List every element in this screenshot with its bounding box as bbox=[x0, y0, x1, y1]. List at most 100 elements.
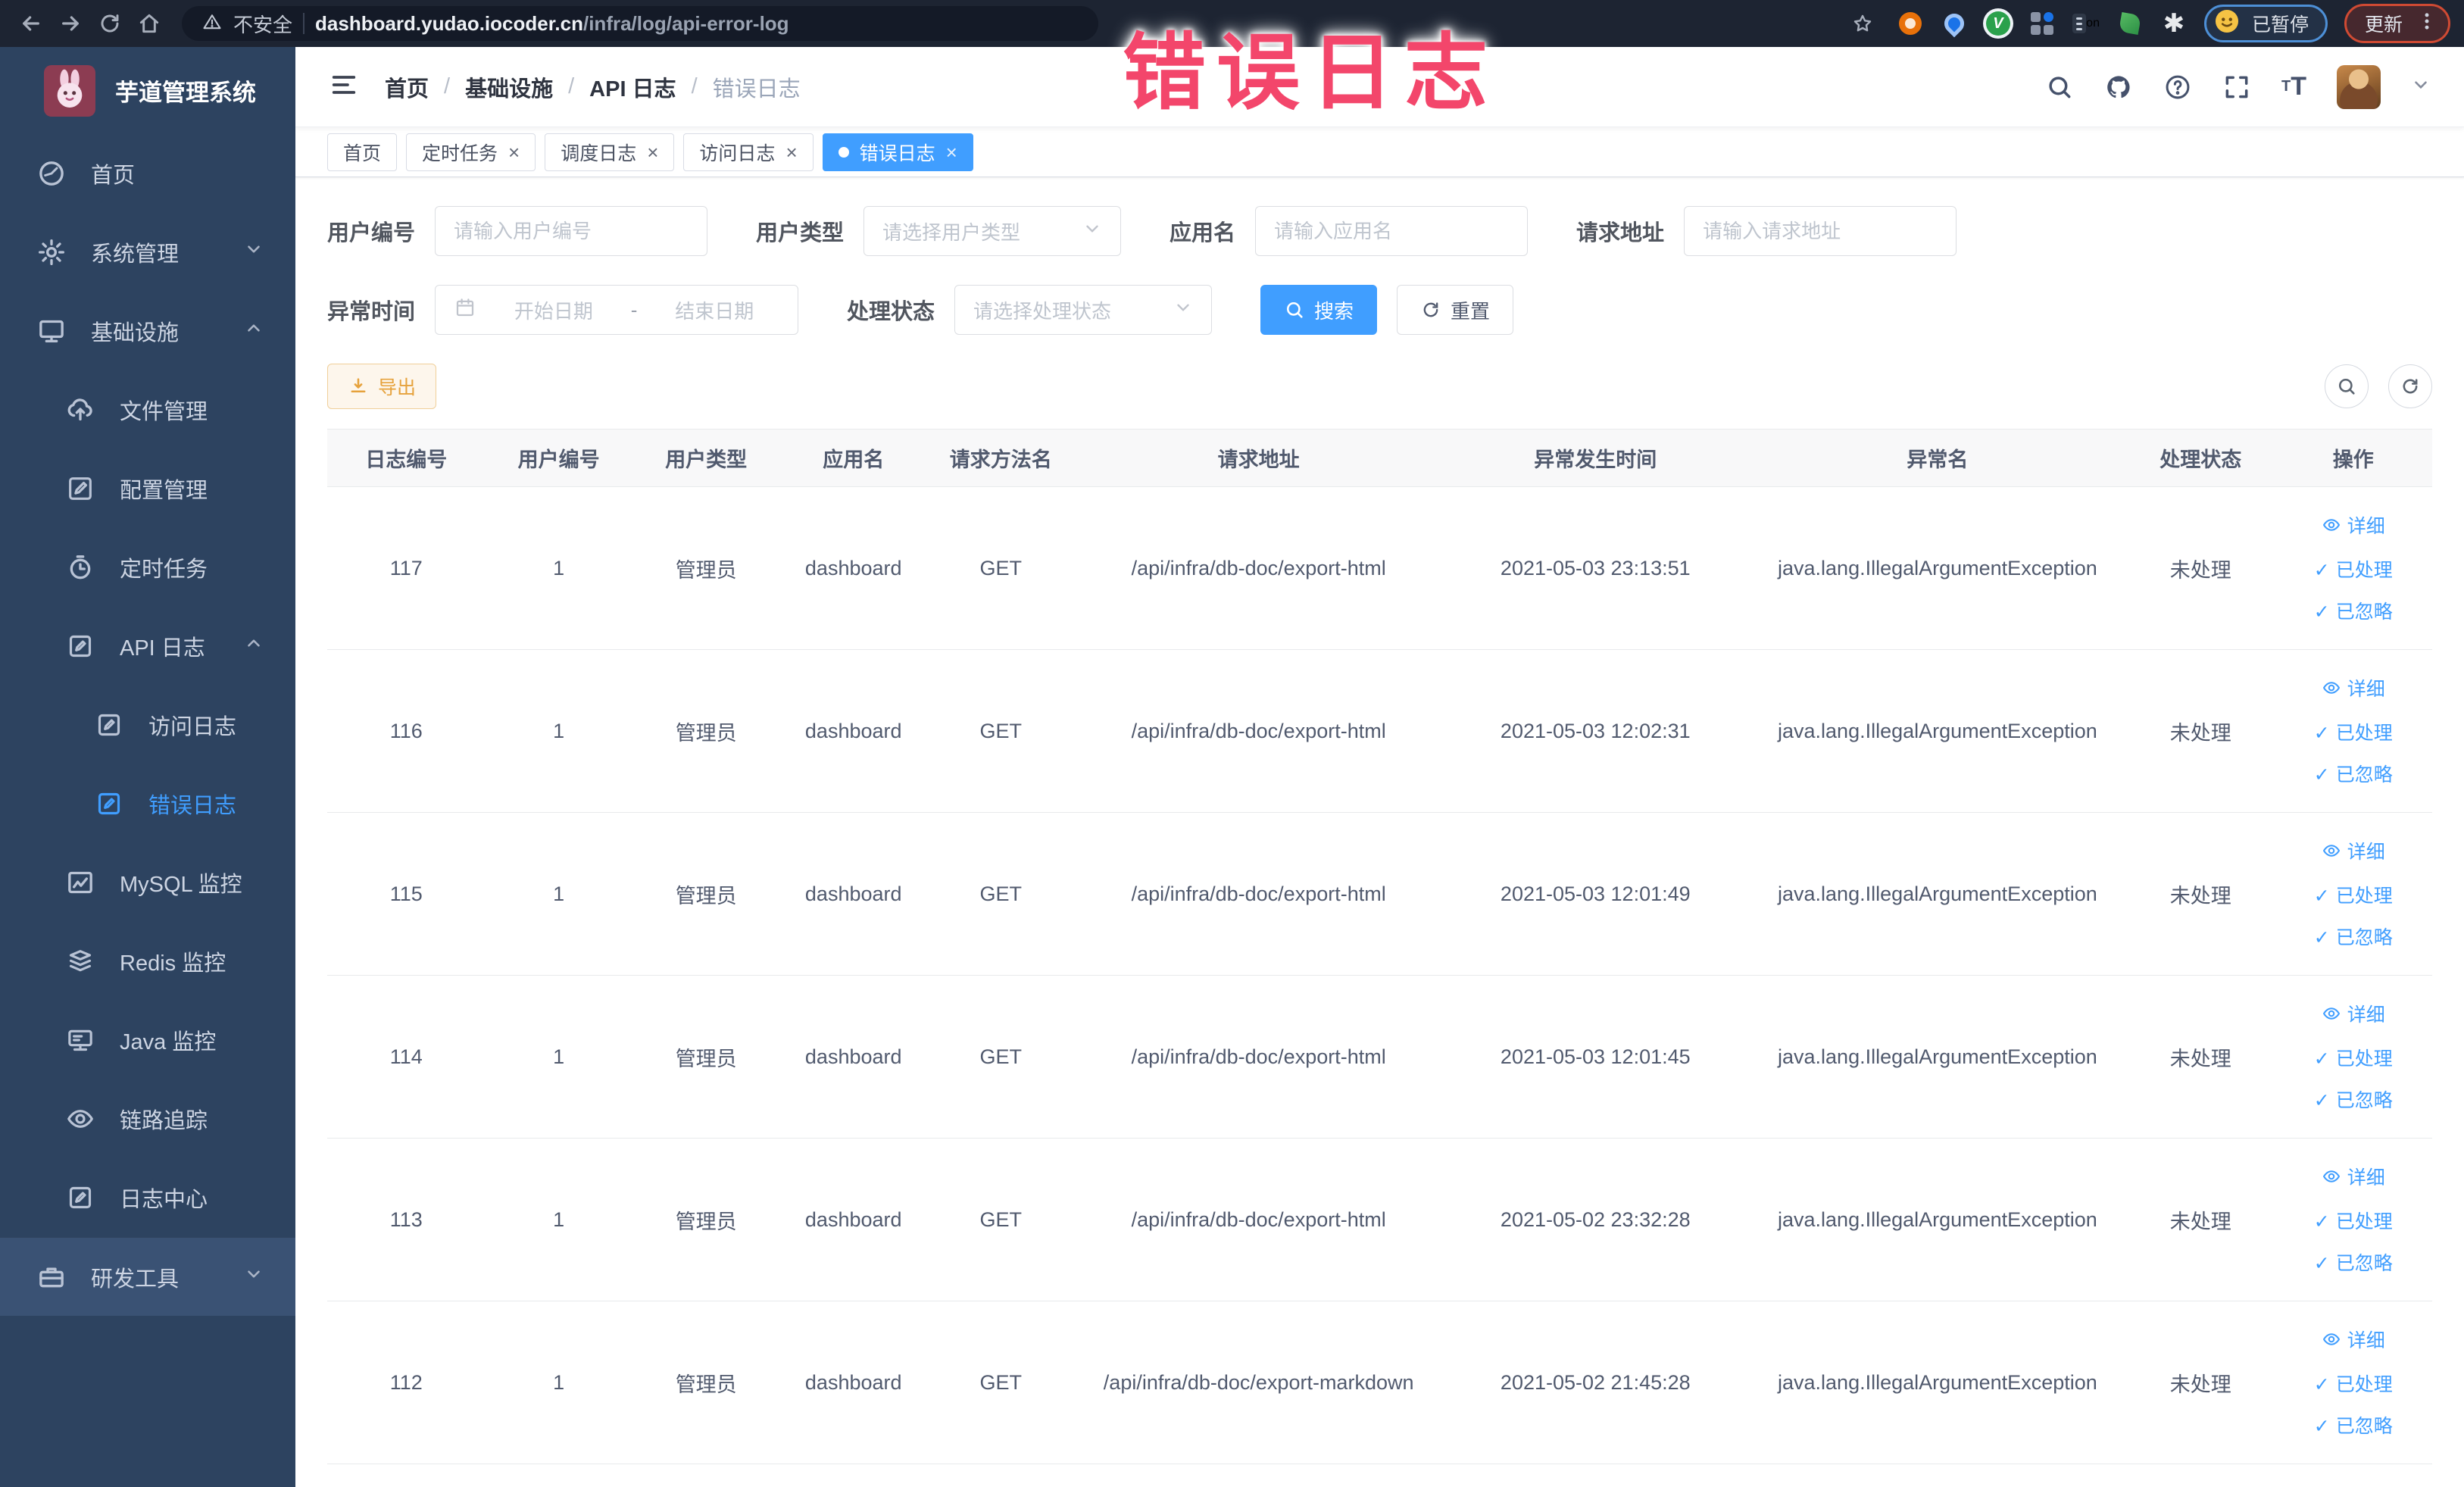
sidebar-item-mysql[interactable]: MySQL 监控 bbox=[0, 843, 295, 922]
export-button[interactable]: 导出 bbox=[327, 364, 437, 409]
cell-exception-time: 2021-05-02 21:45:28 bbox=[1442, 1301, 1748, 1464]
row-action-已处理[interactable]: ✓ 已处理 bbox=[2314, 1212, 2393, 1232]
fullscreen-icon[interactable] bbox=[2222, 73, 2251, 102]
check-icon: ✓ bbox=[2313, 926, 2330, 948]
search-button[interactable]: 搜索 bbox=[1260, 285, 1378, 335]
tab-access-log[interactable]: 访问日志 × bbox=[683, 133, 814, 171]
breadcrumb-item[interactable]: API 日志 bbox=[589, 71, 676, 103]
sidebar-item-file[interactable]: 文件管理 bbox=[0, 370, 295, 449]
green-check-extension-icon[interactable]: V bbox=[1985, 10, 2012, 37]
sidebar-item-config[interactable]: 配置管理 bbox=[0, 449, 295, 528]
process-status-select[interactable]: 请选择处理状态 bbox=[954, 285, 1213, 335]
profile-paused-chip[interactable]: 已暂停 bbox=[2203, 5, 2328, 42]
asterisk-extension-icon[interactable]: ✱ bbox=[2160, 10, 2188, 37]
tab-close-icon[interactable]: × bbox=[647, 142, 658, 162]
tab-close-icon[interactable]: × bbox=[785, 142, 797, 162]
row-action-已处理[interactable]: ✓ 已处理 bbox=[2314, 561, 2393, 580]
tab-close-icon[interactable]: × bbox=[508, 142, 520, 162]
cell-app-name: dashboard bbox=[779, 486, 927, 650]
browser-reload-icon[interactable] bbox=[92, 6, 127, 41]
search-icon[interactable] bbox=[2045, 73, 2074, 102]
breadcrumb-item[interactable]: 基础设施 bbox=[465, 71, 553, 103]
sidebar-item-label: 研发工具 bbox=[91, 1267, 180, 1292]
font-size-icon[interactable]: TT bbox=[2281, 72, 2306, 102]
sidebar-item-trace[interactable]: 链路追踪 bbox=[0, 1079, 295, 1158]
cell-user-id: 1 bbox=[485, 1138, 632, 1301]
sidebar-item-job[interactable]: 定时任务 bbox=[0, 528, 295, 607]
row-action-详细[interactable]: 详细 bbox=[2322, 1329, 2385, 1353]
browser-back-icon[interactable] bbox=[14, 6, 48, 41]
row-action-已忽略[interactable]: ✓ 已忽略 bbox=[2314, 1091, 2393, 1111]
row-action-详细[interactable]: 详细 bbox=[2322, 1167, 2385, 1190]
grid-extension-icon[interactable] bbox=[2028, 10, 2056, 37]
check-icon: ✓ bbox=[2313, 559, 2330, 581]
row-action-已处理[interactable]: ✓ 已处理 bbox=[2314, 1375, 2393, 1395]
sidebar-item-home[interactable]: 首页 bbox=[0, 134, 295, 213]
sidebar-item-system[interactable]: 系统管理 bbox=[0, 213, 295, 292]
tab-job-log[interactable]: 调度日志 × bbox=[545, 133, 675, 171]
row-action-已忽略[interactable]: ✓ 已忽略 bbox=[2314, 1254, 2393, 1273]
sidebar-item-dev-tool[interactable]: 研发工具 bbox=[0, 1237, 295, 1316]
reset-button[interactable]: 重置 bbox=[1397, 285, 1514, 335]
edit-icon bbox=[65, 473, 95, 504]
sidebar-logo[interactable]: 芋道管理系统 bbox=[0, 47, 295, 134]
app-name-input[interactable] bbox=[1255, 206, 1529, 256]
sidebar-item-log-center[interactable]: 日志中心 bbox=[0, 1158, 295, 1237]
browser-forward-icon[interactable] bbox=[53, 6, 88, 41]
cell-app-name: dashboard bbox=[779, 812, 927, 976]
sidebar-item-redis[interactable]: Redis 监控 bbox=[0, 922, 295, 1001]
start-date-placeholder[interactable]: 开始日期 bbox=[489, 296, 619, 324]
blue-pin-extension-icon[interactable] bbox=[1940, 9, 1969, 38]
row-action-已忽略[interactable]: ✓ 已忽略 bbox=[2314, 602, 2393, 622]
row-action-详细[interactable]: 详细 bbox=[2322, 841, 2385, 864]
request-url-input[interactable] bbox=[1684, 206, 1957, 256]
user-type-select[interactable]: 请选择用户类型 bbox=[863, 206, 1122, 256]
gear-icon bbox=[36, 237, 67, 267]
tab-error-log[interactable]: 错误日志 × bbox=[822, 133, 973, 171]
tab-home[interactable]: 首页 bbox=[327, 133, 398, 171]
github-icon[interactable] bbox=[2104, 73, 2133, 102]
bookmark-star-icon[interactable] bbox=[1845, 6, 1880, 41]
orange-ring-extension-icon[interactable] bbox=[1897, 10, 1924, 37]
browser-home-icon[interactable] bbox=[132, 6, 167, 41]
browser-update-button[interactable]: 更新 bbox=[2344, 4, 2450, 43]
avatar-caret-down-icon[interactable] bbox=[2411, 75, 2431, 98]
refresh-table-icon-button[interactable] bbox=[2388, 364, 2432, 408]
search-button-label: 搜索 bbox=[1314, 299, 1354, 323]
chevron-down-icon bbox=[1082, 219, 1102, 244]
exception-time-range-picker[interactable]: 开始日期 - 结束日期 bbox=[435, 285, 799, 335]
content: 用户编号 用户类型 请选择用户类型 应用名 bbox=[295, 177, 2464, 1487]
row-action-详细[interactable]: 详细 bbox=[2322, 515, 2385, 539]
help-icon[interactable] bbox=[2163, 73, 2192, 102]
sidebar-item-infra[interactable]: 基础设施 bbox=[0, 292, 295, 370]
on-switch-extension-icon[interactable]: on bbox=[2072, 10, 2100, 37]
sidebar-item-access-log[interactable]: 访问日志 bbox=[0, 686, 295, 764]
sidebar-item-error-log[interactable]: 错误日志 bbox=[0, 764, 295, 843]
leaf-extension-icon[interactable] bbox=[2116, 10, 2144, 37]
sidebar-item-api-log[interactable]: API 日志 bbox=[0, 607, 295, 686]
row-action-详细[interactable]: 详细 bbox=[2322, 678, 2385, 701]
user-avatar[interactable] bbox=[2337, 64, 2381, 109]
toggle-search-icon-button[interactable] bbox=[2325, 364, 2369, 408]
cell-request-url: /api/infra/db-doc/export-html bbox=[1074, 812, 1443, 976]
tab-close-icon[interactable]: × bbox=[946, 142, 957, 162]
row-action-详细[interactable]: 详细 bbox=[2322, 1004, 2385, 1027]
sidebar-toggle-icon[interactable] bbox=[329, 70, 359, 104]
browser-menu-dots-icon[interactable] bbox=[2416, 11, 2437, 37]
row-action-已处理[interactable]: ✓ 已处理 bbox=[2314, 723, 2393, 743]
cell-request-url: /api/infra/db-doc/export-markdown bbox=[1074, 1301, 1443, 1464]
row-action-已处理[interactable]: ✓ 已处理 bbox=[2314, 886, 2393, 906]
tab-job[interactable]: 定时任务 × bbox=[406, 133, 536, 171]
browser-address-bar[interactable]: 不安全 dashboard.yudao.iocoder.cn/infra/log… bbox=[182, 6, 1098, 41]
row-action-已处理[interactable]: ✓ 已处理 bbox=[2314, 1049, 2393, 1069]
cell-app-name: dashboard bbox=[779, 1138, 927, 1301]
row-action-已忽略[interactable]: ✓ 已忽略 bbox=[2314, 1417, 2393, 1436]
row-action-已忽略[interactable]: ✓ 已忽略 bbox=[2314, 765, 2393, 785]
row-action-已忽略[interactable]: ✓ 已忽略 bbox=[2313, 926, 2393, 948]
active-tab-dot bbox=[838, 146, 849, 158]
cell-user-type: 管理员 bbox=[632, 1301, 780, 1464]
user-id-input[interactable] bbox=[435, 206, 708, 256]
sidebar-item-java[interactable]: Java 监控 bbox=[0, 1001, 295, 1079]
breadcrumb-item[interactable]: 首页 bbox=[385, 71, 429, 103]
end-date-placeholder[interactable]: 结束日期 bbox=[649, 296, 779, 324]
